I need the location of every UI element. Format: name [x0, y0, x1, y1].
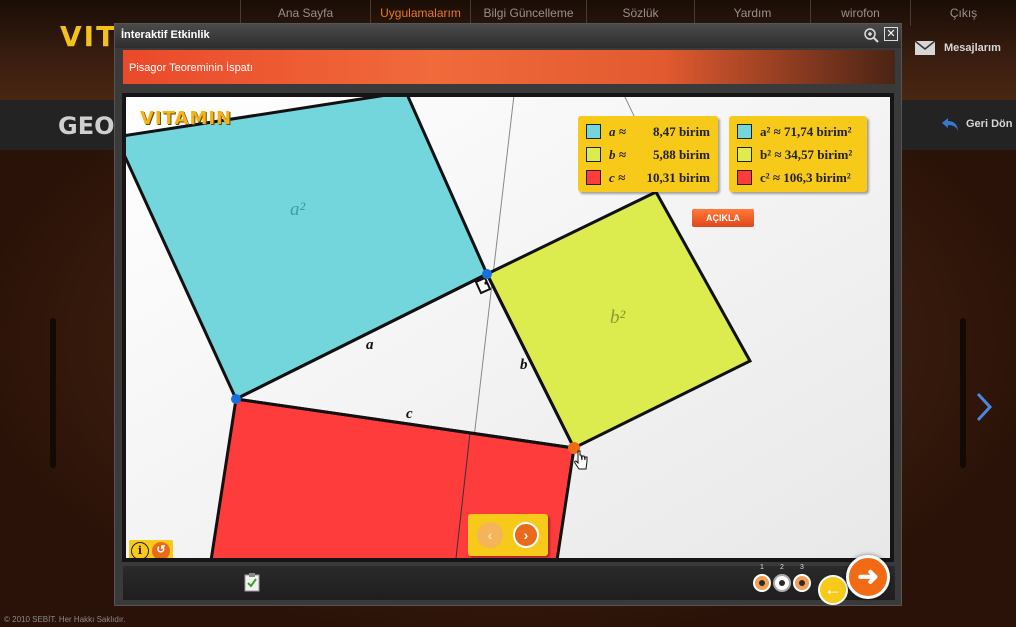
legend-area-text: b² ≈ 34,57 birim² [760, 146, 853, 162]
label-b-squared: b² [610, 307, 626, 328]
back-label: Geri Dön [966, 118, 1013, 130]
legend-row-c: c ≈ 10,31 birim [586, 166, 710, 189]
dialog-title: İnteraktif Etkinlik [121, 29, 210, 41]
label-a-squared: a² [290, 199, 306, 220]
vertex-point-right-angle[interactable] [482, 269, 492, 279]
legend-row-a: a ≈ 8,47 birim [586, 120, 710, 143]
legend-row-b2: b² ≈ 34,57 birim² [737, 143, 859, 166]
carousel-next-icon[interactable] [976, 392, 994, 422]
legend-area-text: a² ≈ 71,74 birim² [760, 123, 852, 139]
next-step-arrow-icon[interactable]: ➜ [846, 555, 890, 599]
right-angle-dot [484, 281, 488, 285]
activity-title: Pisagor Teoreminin İspatı [129, 62, 253, 74]
areas-legend: a² ≈ 71,74 birim² b² ≈ 34,57 birim² c² ≈… [729, 116, 867, 192]
prev-arrow-icon[interactable]: ‹ [477, 522, 503, 548]
zoom-icon[interactable] [863, 27, 879, 43]
legend-symbol: c ≈ [609, 169, 626, 185]
step-dot-3[interactable] [793, 574, 811, 592]
right-scroll-track [960, 318, 966, 468]
step-dot-2[interactable] [773, 574, 791, 592]
explain-button[interactable]: AÇIKLA [692, 209, 754, 227]
legend-row-a2: a² ≈ 71,74 birim² [737, 120, 859, 143]
legend-value: 8,47 birim [652, 123, 710, 139]
legend-symbol: b ≈ [609, 146, 626, 162]
info-icon[interactable]: i [131, 542, 149, 558]
legend-symbol: a ≈ [609, 123, 626, 139]
step-number-1: 1 [760, 564, 764, 571]
step-dot-1[interactable] [753, 574, 771, 592]
tool-buttons: i ↺ [129, 540, 173, 558]
mail-icon [914, 40, 936, 55]
messages-link[interactable]: Mesajlarım [914, 40, 1001, 56]
pager: ‹ › [468, 514, 548, 556]
legend-value: 10,31 birim [646, 169, 710, 185]
swatch-c [586, 170, 601, 185]
swatch-a2 [737, 124, 752, 139]
lengths-legend: a ≈ 8,47 birim b ≈ 5,88 birim c ≈ 10,31 … [578, 116, 718, 192]
dialog-header: Pisagor Teoreminin İspatı [123, 50, 895, 84]
dialog-titlebar: İnteraktif Etkinlik ✕ [115, 24, 901, 48]
nav-logout[interactable]: Çıkış [910, 0, 1016, 26]
legend-area-text: c² ≈ 106,3 birim² [760, 169, 851, 185]
interactive-activity-dialog: İnteraktif Etkinlik ✕ Pisagor Teoreminin… [114, 23, 902, 606]
swatch-b [586, 147, 601, 162]
geometry-stage: a² b² a b c VITAMIN a ≈ 8,47 birim b ≈ 5… [122, 93, 894, 562]
vitamin-logo: VITAMIN [140, 108, 233, 129]
dialog-bottom-bar: 1 2 3 [123, 564, 895, 600]
vertex-point-left[interactable] [231, 394, 241, 404]
clipboard-check-icon[interactable] [244, 572, 260, 592]
swatch-c2 [737, 170, 752, 185]
back-link[interactable]: Geri Dön [940, 116, 1012, 132]
legend-row-c2: c² ≈ 106,3 birim² [737, 166, 859, 189]
swatch-a [586, 124, 601, 139]
swatch-b2 [737, 147, 752, 162]
legend-row-b: b ≈ 5,88 birim [586, 143, 710, 166]
step-number-3: 3 [800, 564, 804, 571]
label-side-a: a [366, 337, 374, 353]
messages-label: Mesajlarım [944, 42, 1001, 54]
label-side-b: b [520, 357, 528, 373]
next-arrow-icon[interactable]: › [513, 522, 539, 548]
legend-value: 5,88 birim [652, 146, 710, 162]
reset-icon[interactable]: ↺ [152, 542, 170, 558]
left-scroll-track [50, 318, 56, 468]
previous-step-arrow-icon[interactable]: ← [818, 575, 848, 605]
back-arrow-icon [942, 118, 958, 131]
step-number-2: 2 [780, 564, 784, 571]
copyright-text: © 2010 SEBİT. Her Hakkı Saklıdır. [4, 615, 126, 624]
close-icon[interactable]: ✕ [884, 27, 898, 41]
label-side-c: c [406, 406, 413, 422]
